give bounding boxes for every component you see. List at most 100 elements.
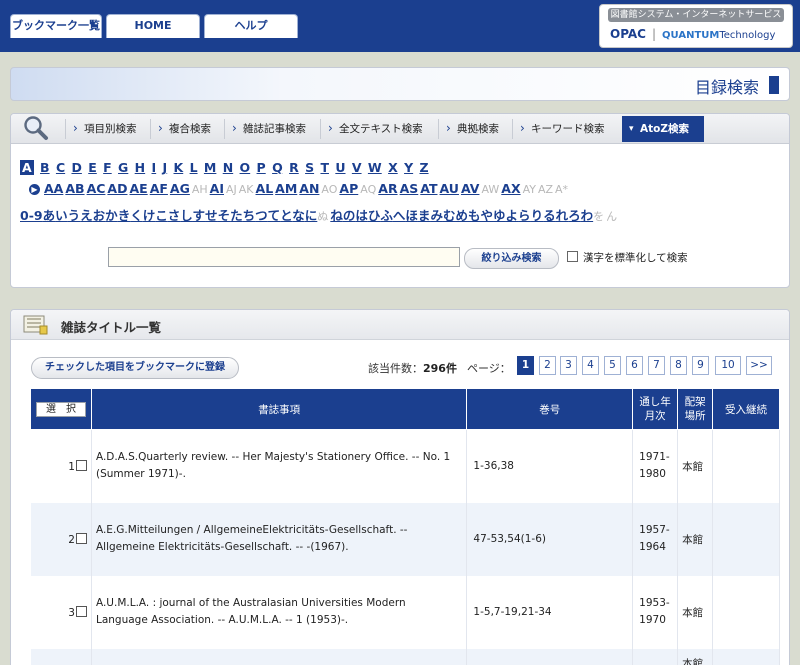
page-3-button[interactable]: 3 [560, 356, 577, 375]
letter-m[interactable]: M [204, 160, 216, 175]
kana-link[interactable]: う [68, 208, 81, 223]
kana-link[interactable]: み [430, 208, 443, 223]
kana-link[interactable]: の [343, 208, 356, 223]
kana-link[interactable]: い [55, 208, 68, 223]
page-5-button[interactable]: 5 [604, 356, 621, 375]
kana-link[interactable]: つ [255, 208, 268, 223]
kana-link[interactable]: わ [581, 208, 594, 223]
letter-p[interactable]: P [257, 160, 266, 175]
sub-letter-as[interactable]: AS [400, 181, 419, 196]
row-checkbox[interactable] [75, 605, 87, 617]
nav-item-field-search[interactable]: 項目別検索 [65, 118, 150, 139]
kana-link[interactable]: め [455, 208, 468, 223]
letter-h[interactable]: H [135, 160, 145, 175]
kana-link[interactable]: ろ [568, 208, 581, 223]
kana-link[interactable]: て [268, 208, 281, 223]
kana-link[interactable]: な [292, 208, 305, 223]
letter-t[interactable]: T [320, 160, 329, 175]
page-10-button[interactable]: 10 [715, 356, 741, 375]
letter-i[interactable]: I [152, 160, 157, 175]
kana-link[interactable]: や [481, 208, 494, 223]
row-checkbox[interactable] [75, 459, 87, 471]
sub-letter-av[interactable]: AV [461, 181, 480, 196]
kana-link[interactable]: そ [218, 208, 231, 223]
letter-n[interactable]: N [223, 160, 233, 175]
kana-link[interactable]: け [143, 208, 156, 223]
kana-link[interactable]: 0-9 [20, 208, 43, 223]
kana-link[interactable]: さ [168, 208, 181, 223]
kana-link[interactable]: よ [506, 208, 519, 223]
kana-link[interactable]: き [118, 208, 131, 223]
sub-letter-ag[interactable]: AG [170, 181, 190, 196]
sub-letter-aa[interactable]: AA [44, 181, 63, 196]
kana-link[interactable]: と [280, 208, 292, 223]
nav-item-atoz-search[interactable]: AtoZ検索 [622, 116, 704, 142]
sub-letter-ax[interactable]: AX [501, 181, 520, 196]
kana-link[interactable]: ま [418, 208, 431, 223]
sub-letter-al[interactable]: AL [256, 181, 274, 196]
page-next-button[interactable]: >> [746, 356, 772, 375]
letter-z[interactable]: Z [419, 160, 428, 175]
letter-s[interactable]: S [305, 160, 314, 175]
sub-letter-ad[interactable]: AD [107, 181, 127, 196]
kana-link[interactable]: か [105, 208, 118, 223]
filter-search-input[interactable] [108, 247, 460, 267]
nav-item-authority-search[interactable]: 典拠検索 [438, 118, 512, 139]
kana-link[interactable]: れ [556, 208, 569, 223]
kana-link[interactable]: し [180, 208, 192, 223]
kana-link[interactable]: す [193, 208, 206, 223]
sub-letter-ai[interactable]: AI [210, 181, 224, 196]
kana-link[interactable]: ふ [380, 208, 393, 223]
letter-g[interactable]: G [118, 160, 128, 175]
kana-link[interactable]: こ [155, 208, 168, 223]
kana-link[interactable]: に [305, 208, 318, 223]
letter-x[interactable]: X [388, 160, 398, 175]
letter-y[interactable]: Y [404, 160, 413, 175]
sub-letter-at[interactable]: AT [420, 181, 437, 196]
nav-item-keyword-search[interactable]: キーワード検索 [512, 118, 622, 139]
bookmark-list-tab[interactable]: ブックマーク一覧 [10, 14, 102, 38]
letter-u[interactable]: U [335, 160, 345, 175]
sub-letter-au[interactable]: AU [440, 181, 459, 196]
letter-o[interactable]: O [240, 160, 251, 175]
letter-c[interactable]: C [56, 160, 65, 175]
sub-letter-am[interactable]: AM [275, 181, 297, 196]
letter-l[interactable]: L [190, 160, 198, 175]
letter-r[interactable]: R [289, 160, 299, 175]
kana-link[interactable]: り [531, 208, 544, 223]
add-bookmark-button[interactable]: チェックした項目をブックマークに登録 [31, 357, 239, 379]
letter-j[interactable]: J [163, 160, 168, 175]
letter-f[interactable]: F [103, 160, 112, 175]
sub-letter-af[interactable]: AF [150, 181, 168, 196]
page-2-button[interactable]: 2 [539, 356, 556, 375]
kana-link[interactable]: え [80, 208, 93, 223]
nav-item-fulltext-search[interactable]: 全文テキスト検索 [320, 118, 438, 139]
letter-e[interactable]: E [88, 160, 97, 175]
kana-link[interactable]: た [230, 208, 243, 223]
letter-d[interactable]: D [71, 160, 81, 175]
letter-b[interactable]: B [40, 160, 50, 175]
sub-letter-ac[interactable]: AC [87, 181, 106, 196]
kana-link[interactable]: へ [393, 208, 406, 223]
kana-link[interactable]: む [443, 208, 456, 223]
kana-link[interactable]: ゆ [493, 208, 506, 223]
nav-item-article-search[interactable]: 雑誌記事検索 [224, 118, 320, 139]
page-9-button[interactable]: 9 [692, 356, 709, 375]
kana-link[interactable]: ね [330, 208, 343, 223]
sub-letter-ab[interactable]: AB [65, 181, 84, 196]
nav-item-compound-search[interactable]: 複合検索 [150, 118, 224, 139]
kana-link[interactable]: る [543, 208, 556, 223]
kana-link[interactable]: あ [43, 208, 56, 223]
page-4-button[interactable]: 4 [582, 356, 599, 375]
row-checkbox[interactable] [75, 532, 87, 544]
kana-link[interactable]: ほ [405, 208, 418, 223]
letter-q[interactable]: Q [272, 160, 283, 175]
page-7-button[interactable]: 7 [648, 356, 665, 375]
kana-link[interactable]: く [130, 208, 143, 223]
letter-k[interactable]: K [174, 160, 184, 175]
kana-link[interactable]: ひ [368, 208, 381, 223]
select-all-button[interactable]: 選 択 [35, 401, 86, 417]
sub-letter-ar[interactable]: AR [378, 181, 397, 196]
kanji-normalize-checkbox[interactable] [567, 251, 578, 262]
letter-a[interactable]: A [20, 160, 34, 175]
